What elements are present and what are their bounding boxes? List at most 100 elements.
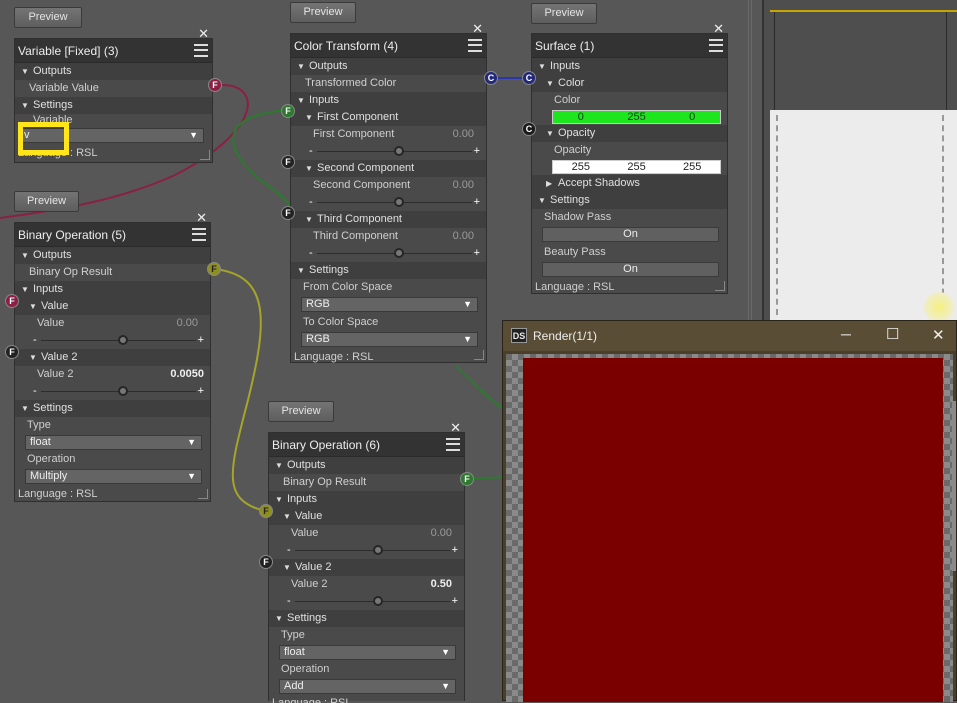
panel-splitter[interactable]	[748, 0, 752, 320]
close-icon[interactable]: ✕	[472, 22, 483, 35]
port-input-value-F[interactable]: F	[259, 504, 273, 518]
slider-knob[interactable]	[373, 596, 383, 606]
port-input-opacity-C[interactable]: C	[522, 122, 536, 136]
plus-icon[interactable]: +	[474, 245, 480, 262]
slider-knob[interactable]	[394, 248, 404, 258]
settings-section[interactable]: ▼ Settings	[15, 400, 210, 417]
to-color-space-dropdown[interactable]: RGB ▼	[301, 332, 478, 347]
minus-icon[interactable]: -	[287, 593, 291, 610]
close-icon[interactable]: ✕	[932, 326, 945, 344]
port-output-F[interactable]: F	[208, 78, 222, 92]
port-output-C[interactable]: C	[484, 71, 498, 85]
port-input-first-F[interactable]: F	[281, 104, 295, 118]
from-color-space-dropdown[interactable]: RGB ▼	[301, 297, 478, 312]
minus-icon[interactable]: -	[33, 332, 37, 349]
plus-icon[interactable]: +	[198, 332, 204, 349]
slider-knob[interactable]	[373, 545, 383, 555]
property-value[interactable]: 0.50	[431, 576, 452, 593]
port-input-value2-F[interactable]: F	[259, 555, 273, 569]
property-value[interactable]: 0.00	[453, 228, 474, 245]
inputs-section[interactable]: ▼ Inputs	[269, 491, 464, 508]
minus-icon[interactable]: -	[33, 383, 37, 400]
settings-section[interactable]: ▼ Settings	[291, 262, 486, 279]
property-value[interactable]: 0.00	[453, 126, 474, 143]
value-section[interactable]: ▼ Value	[15, 298, 210, 315]
property-value[interactable]: 0.0050	[170, 366, 204, 383]
second-component-slider[interactable]: - +	[291, 194, 486, 211]
outputs-section[interactable]: ▼ Outputs	[269, 457, 464, 474]
close-icon[interactable]: ✕	[196, 211, 207, 224]
node-title[interactable]: Surface (1) ✕	[532, 22, 727, 58]
close-icon[interactable]: ✕	[450, 421, 461, 434]
accept-shadows-section[interactable]: ▶ Accept Shadows	[532, 175, 727, 192]
render-scrollbar[interactable]	[952, 401, 956, 571]
close-icon[interactable]: ✕	[198, 27, 209, 40]
plus-icon[interactable]: +	[198, 383, 204, 400]
value-section[interactable]: ▼ Value	[269, 508, 464, 525]
value2-section[interactable]: ▼ Value 2	[15, 349, 210, 366]
color-value-bar[interactable]: 0 255 0	[552, 110, 721, 124]
color-b[interactable]: 0	[664, 111, 720, 123]
beauty-pass-toggle[interactable]: On	[542, 262, 719, 277]
slider-knob[interactable]	[118, 335, 128, 345]
slider-knob[interactable]	[394, 197, 404, 207]
preview-button-binop6[interactable]: Preview	[268, 401, 334, 422]
preview-button-surface[interactable]: Preview	[531, 3, 597, 24]
third-component-section[interactable]: ▼ Third Component	[291, 211, 486, 228]
operation-dropdown[interactable]: Multiply ▼	[25, 469, 202, 484]
port-output-F[interactable]: F	[207, 262, 221, 276]
render-window[interactable]: DS Render(1/1) ─ ☐ ✕	[502, 320, 957, 702]
type-dropdown[interactable]: float ▼	[279, 645, 456, 660]
type-dropdown[interactable]: float ▼	[25, 435, 202, 450]
shadow-pass-toggle[interactable]: On	[542, 227, 719, 242]
minus-icon[interactable]: -	[309, 143, 313, 160]
third-component-slider[interactable]: - +	[291, 245, 486, 262]
settings-section[interactable]: ▼ Settings	[269, 610, 464, 627]
plus-icon[interactable]: +	[452, 593, 458, 610]
port-output-F[interactable]: F	[460, 472, 474, 486]
value2-slider[interactable]: - +	[269, 593, 464, 610]
first-component-slider[interactable]: - +	[291, 143, 486, 160]
plus-icon[interactable]: +	[474, 194, 480, 211]
resize-grip-icon[interactable]	[474, 350, 484, 360]
settings-section[interactable]: ▼ Settings	[15, 97, 212, 114]
outputs-section[interactable]: ▼ Outputs	[291, 58, 486, 75]
preview-button-binop5[interactable]: Preview	[14, 191, 79, 212]
menu-icon[interactable]	[192, 228, 206, 241]
second-component-section[interactable]: ▼ Second Component	[291, 160, 486, 177]
node-title[interactable]: Binary Operation (5) ✕	[15, 211, 210, 247]
color-r[interactable]: 0	[553, 111, 609, 123]
node-title[interactable]: Binary Operation (6) ✕	[269, 421, 464, 457]
preview-button-var[interactable]: Preview	[14, 7, 82, 28]
color-transform-node[interactable]: Color Transform (4) ✕ ▼ Outputs Transforme…	[290, 22, 487, 363]
outputs-section[interactable]: ▼ Outputs	[15, 63, 212, 80]
value2-slider[interactable]: - +	[15, 383, 210, 400]
minus-icon[interactable]: -	[309, 194, 313, 211]
preview-button-colortf[interactable]: Preview	[290, 2, 356, 23]
value-slider[interactable]: - +	[15, 332, 210, 349]
value-slider[interactable]: - +	[269, 542, 464, 559]
inputs-section[interactable]: ▼ Inputs	[15, 281, 210, 298]
menu-icon[interactable]	[446, 438, 460, 451]
binary-operation-6-node[interactable]: Binary Operation (6) ✕ ▼ Outputs Binary Op…	[268, 421, 465, 703]
opacity-section[interactable]: ▼ Opacity	[532, 125, 727, 142]
port-input-value2-F[interactable]: F	[5, 345, 19, 359]
plus-icon[interactable]: +	[474, 143, 480, 160]
first-component-section[interactable]: ▼ First Component	[291, 109, 486, 126]
value2-section[interactable]: ▼ Value 2	[269, 559, 464, 576]
slider-knob[interactable]	[394, 146, 404, 156]
color-g[interactable]: 255	[609, 111, 665, 123]
minimize-icon[interactable]: ─	[841, 326, 851, 342]
opacity-g[interactable]: 255	[609, 161, 665, 173]
close-icon[interactable]: ✕	[713, 22, 724, 35]
render-titlebar[interactable]: DS Render(1/1) ─ ☐ ✕	[503, 321, 956, 351]
minus-icon[interactable]: -	[287, 542, 291, 559]
property-value[interactable]: 0.00	[453, 177, 474, 194]
port-input-third-F[interactable]: F	[281, 206, 295, 220]
color-section[interactable]: ▼ Color	[532, 75, 727, 92]
surface-node[interactable]: Surface (1) ✕ ▼ Inputs ▼ Color Color 0 255 0 …	[531, 22, 728, 294]
inputs-section[interactable]: ▼ Inputs	[291, 92, 486, 109]
resize-grip-icon[interactable]	[198, 489, 208, 499]
operation-dropdown[interactable]: Add ▼	[279, 679, 456, 694]
menu-icon[interactable]	[468, 39, 482, 52]
